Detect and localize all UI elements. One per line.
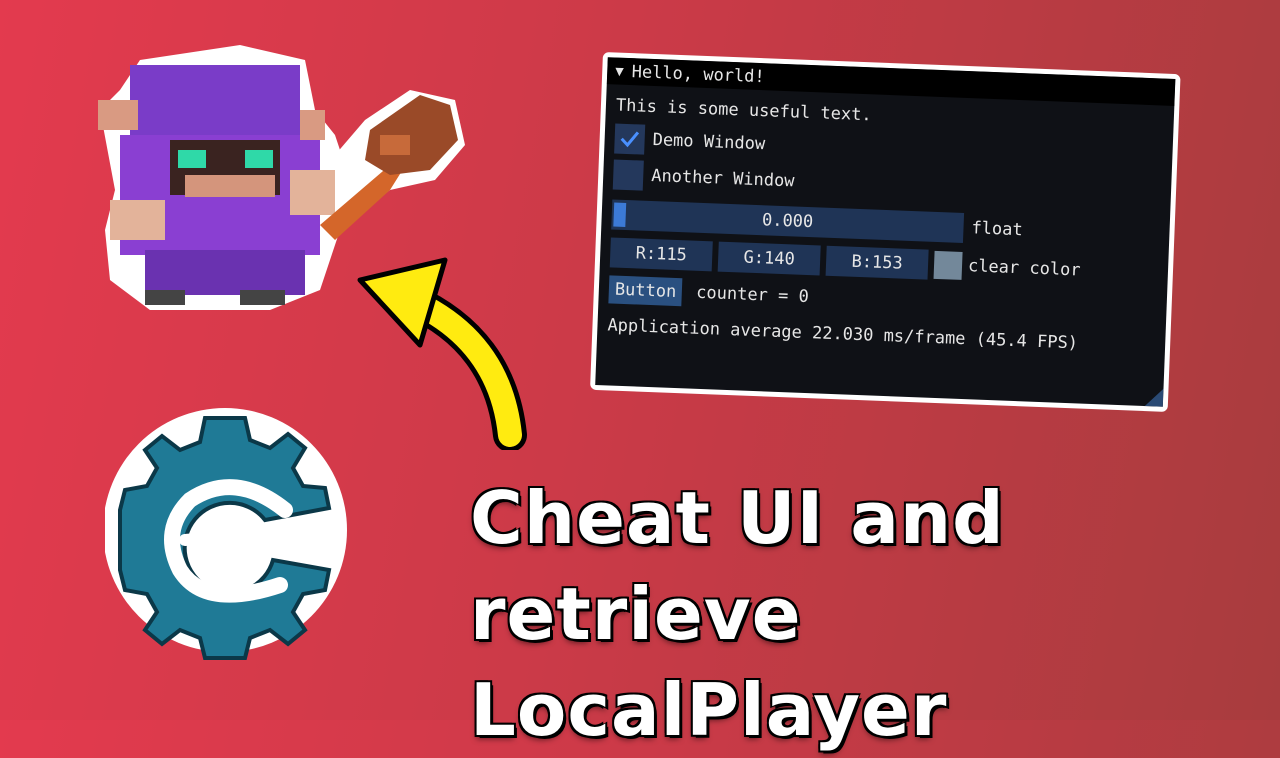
float-slider-row: 0.000 float <box>611 199 1023 245</box>
caption: Cheat UI and retrieve LocalPlayer <box>470 470 1270 758</box>
useful-text-row: This is some useful text. <box>616 96 872 126</box>
counter-text: counter = 0 <box>695 282 810 308</box>
resize-grip[interactable] <box>1144 388 1164 407</box>
clear-color-label: clear color <box>967 256 1081 281</box>
demo-window-checkbox[interactable] <box>614 123 646 155</box>
slider-label: float <box>971 218 1024 241</box>
fps-row: Application average 22.030 ms/frame (45.… <box>607 315 1078 353</box>
color-g-field[interactable]: G:140 <box>717 241 821 276</box>
fps-text: Application average 22.030 ms/frame (45.… <box>607 315 1079 354</box>
imgui-window: ▼ Hello, world! This is some useful text… <box>595 57 1176 407</box>
imgui-button[interactable]: Button <box>608 275 683 307</box>
slider-grab[interactable] <box>613 202 627 227</box>
demo-window-checkbox-row[interactable]: Demo Window <box>614 123 766 160</box>
another-window-checkbox[interactable] <box>612 159 644 191</box>
button-row: Button counter = 0 <box>608 275 809 311</box>
demo-window-label: Demo Window <box>652 129 766 155</box>
float-slider[interactable]: 0.000 <box>611 199 965 243</box>
cheat-engine-logo-icon <box>105 408 347 660</box>
caption-line-2: retrieve LocalPlayer <box>470 572 948 752</box>
arrow-icon <box>357 257 527 450</box>
checkmark-icon <box>620 131 640 148</box>
color-b-field[interactable]: B:153 <box>825 245 929 280</box>
window-title: Hello, world! <box>631 61 766 87</box>
collapse-triangle-icon[interactable]: ▼ <box>615 63 624 79</box>
caption-line-1: Cheat UI and <box>470 476 1005 560</box>
color-swatch[interactable] <box>933 250 963 280</box>
slider-value: 0.000 <box>761 210 814 233</box>
another-window-label: Another Window <box>650 165 795 192</box>
imgui-window-frame: ▼ Hello, world! This is some useful text… <box>590 52 1181 412</box>
useful-text: This is some useful text. <box>615 95 873 126</box>
another-window-checkbox-row[interactable]: Another Window <box>612 159 795 196</box>
color-r-field[interactable]: R:115 <box>609 237 713 272</box>
